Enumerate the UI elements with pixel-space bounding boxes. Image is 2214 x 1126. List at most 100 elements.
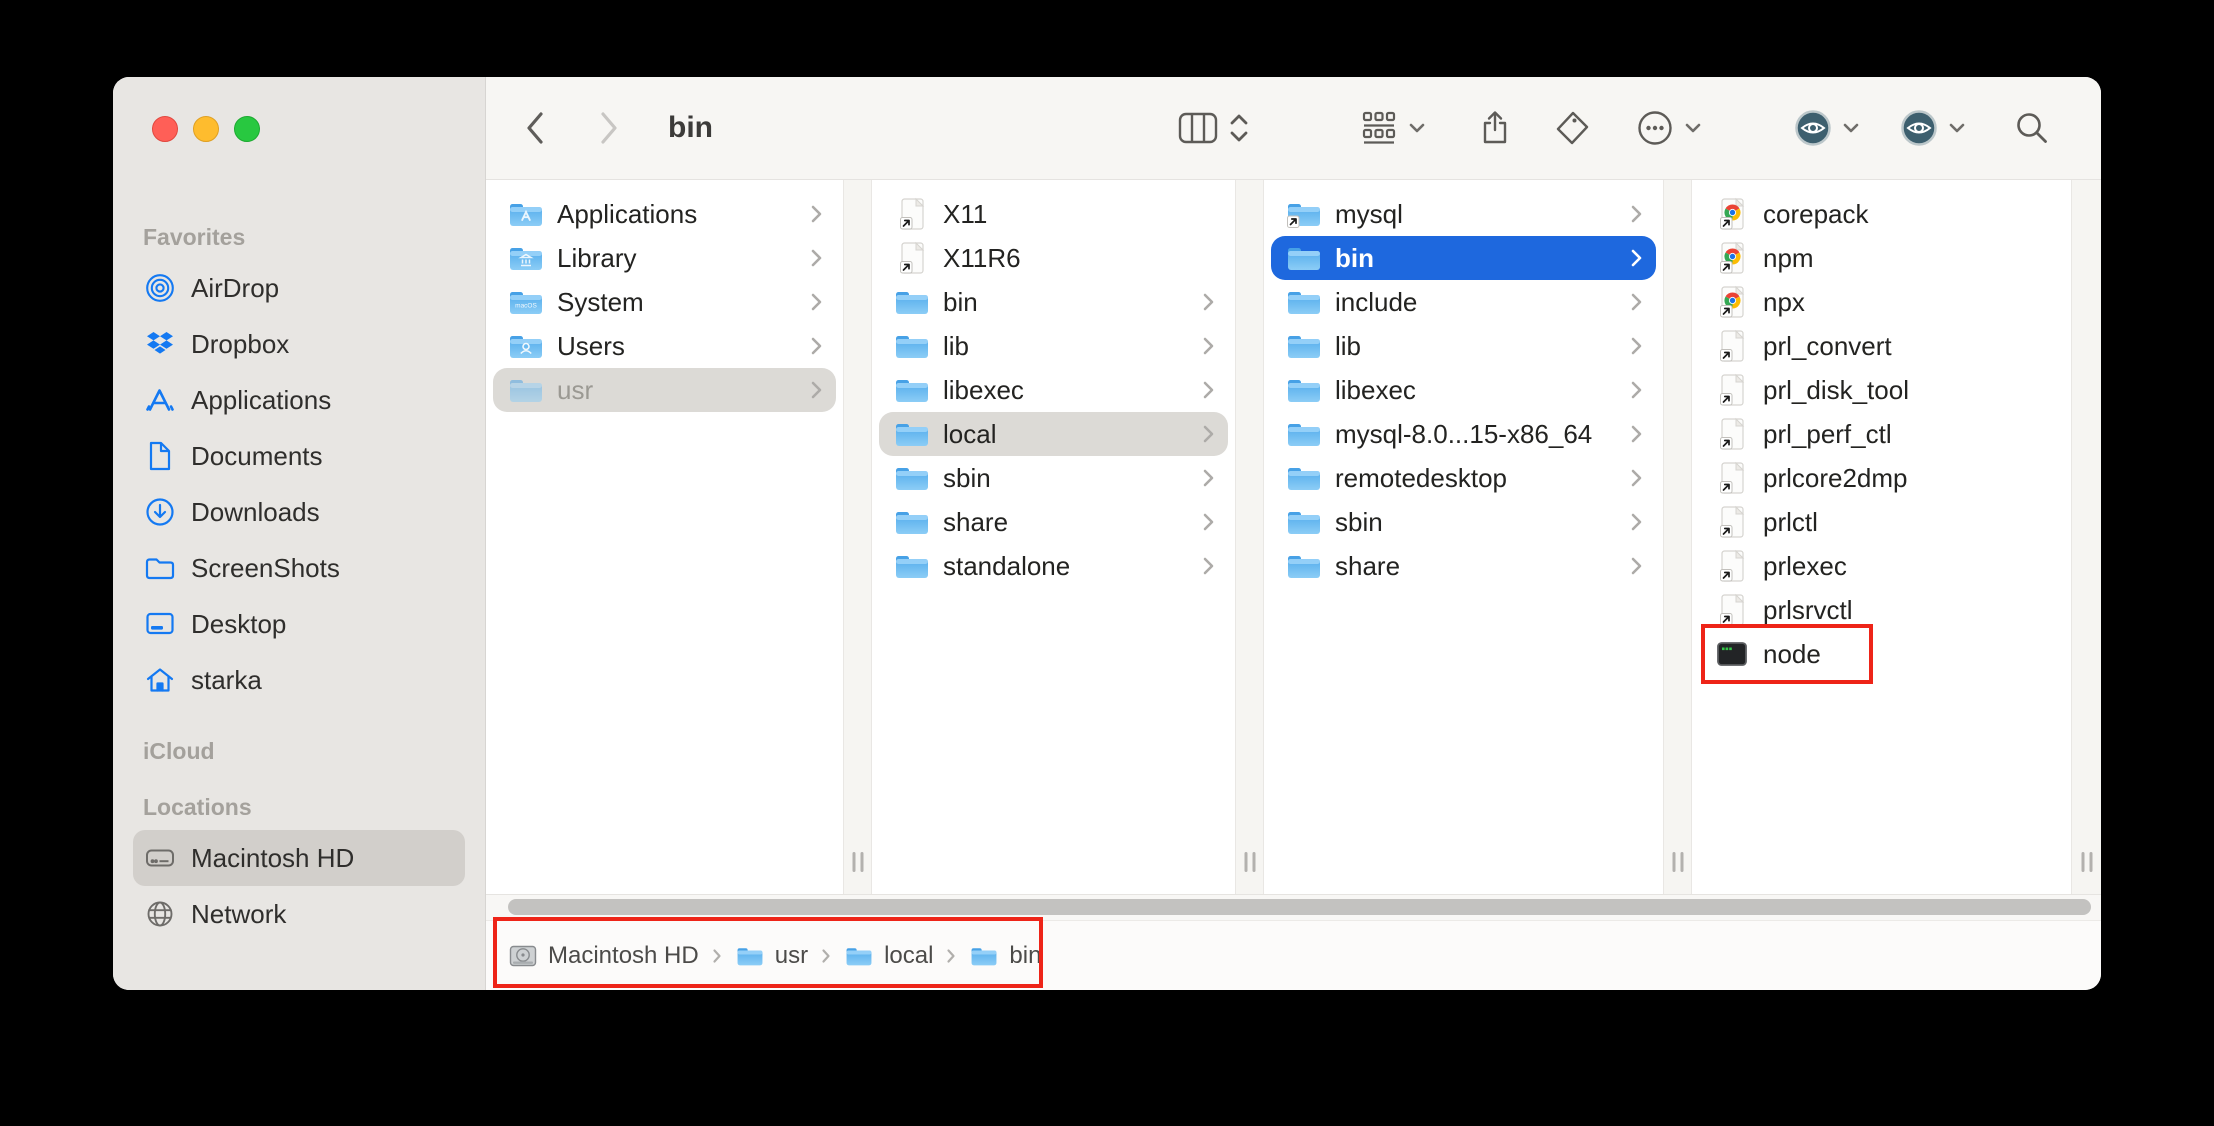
sidebar: Favorites AirDrop Dropbox Applications Docum… — [113, 77, 486, 990]
file-item-label: share — [1335, 550, 1401, 581]
extension-eye-button-1[interactable] — [1792, 107, 1834, 149]
file-item-x11[interactable]: X11 — [879, 192, 1228, 236]
column-resize-handle[interactable] — [1244, 852, 1255, 872]
extension-eye-chevron-1[interactable] — [1842, 122, 1860, 134]
file-item-bin[interactable]: bin — [1271, 236, 1656, 280]
file-item-users[interactable]: Users — [493, 324, 836, 368]
sidebar-item-airdrop[interactable]: AirDrop — [133, 260, 465, 316]
file-item-remotedesktop[interactable]: remotedesktop — [1271, 456, 1656, 500]
file-item-local[interactable]: local — [879, 412, 1228, 456]
chevron-right-icon — [1202, 379, 1215, 401]
chrome-doc-icon — [1713, 284, 1751, 320]
tag-button[interactable] — [1554, 110, 1590, 146]
file-item-npx[interactable]: npx — [1699, 280, 2064, 324]
path-item-macintosh-hd[interactable]: Macintosh HD — [508, 942, 699, 970]
folder-apps-icon — [507, 196, 545, 232]
file-item-applications[interactable]: Applications — [493, 192, 836, 236]
alias-doc-icon — [893, 196, 931, 232]
file-item-corepack[interactable]: corepack — [1699, 192, 2064, 236]
path-item-label: Macintosh HD — [548, 941, 699, 969]
sidebar-item-starka[interactable]: starka — [133, 652, 465, 708]
drive-icon — [143, 841, 177, 875]
file-item-mysql[interactable]: mysql — [1271, 192, 1656, 236]
group-button[interactable] — [1362, 111, 1396, 145]
file-item-label: npx — [1763, 286, 1805, 317]
file-item-share[interactable]: share — [879, 500, 1228, 544]
back-icon — [527, 112, 543, 144]
horizontal-scrollbar[interactable] — [486, 894, 2101, 920]
folder-icon — [1285, 240, 1323, 276]
path-item-usr[interactable]: usr — [735, 942, 808, 970]
file-item-usr[interactable]: usr — [493, 368, 836, 412]
extension-eye-button-2[interactable] — [1898, 107, 1940, 149]
sidebar-item-applications[interactable]: Applications — [133, 372, 465, 428]
file-item-node[interactable]: node — [1699, 632, 2064, 676]
column-resize-handle[interactable] — [2081, 852, 2092, 872]
search-icon — [2017, 113, 2047, 143]
file-item-prlctl[interactable]: prlctl — [1699, 500, 2064, 544]
file-item-label: include — [1335, 286, 1418, 317]
file-item-label: prlexec — [1763, 550, 1847, 581]
column-resize-gutter[interactable] — [2071, 180, 2101, 894]
path-item-local[interactable]: local — [844, 942, 933, 970]
file-item-lib[interactable]: lib — [1271, 324, 1656, 368]
view-stepper[interactable] — [1228, 110, 1250, 146]
sidebar-item-screenshots[interactable]: ScreenShots — [133, 540, 465, 596]
more-button[interactable] — [1636, 109, 1674, 147]
column-resize-gutter[interactable] — [1663, 180, 1692, 894]
file-item-libexec[interactable]: libexec — [879, 368, 1228, 412]
back-button[interactable] — [524, 110, 546, 146]
group-chevron[interactable] — [1408, 122, 1426, 134]
column-resize-handle[interactable] — [1672, 852, 1683, 872]
file-item-sbin[interactable]: sbin — [1271, 500, 1656, 544]
column-resize-gutter[interactable] — [1235, 180, 1264, 894]
sidebar-item-network[interactable]: Network — [133, 886, 465, 942]
file-item-standalone[interactable]: standalone — [879, 544, 1228, 588]
minimize-button[interactable] — [193, 116, 219, 142]
file-item-label: share — [943, 506, 1009, 537]
sidebar-item-downloads[interactable]: Downloads — [133, 484, 465, 540]
share-button[interactable] — [1480, 110, 1510, 146]
path-item-bin[interactable]: bin — [969, 942, 1041, 970]
file-item-include[interactable]: include — [1271, 280, 1656, 324]
chevron-right-icon — [1630, 335, 1643, 357]
extension-eye-chevron-2[interactable] — [1948, 122, 1966, 134]
folder-outline-icon — [143, 551, 177, 585]
file-item-system[interactable]: macOS System — [493, 280, 836, 324]
search-button[interactable] — [2014, 110, 2050, 146]
alias-doc-icon — [1713, 592, 1751, 628]
file-item-sbin[interactable]: sbin — [879, 456, 1228, 500]
file-item-label: prlcore2dmp — [1763, 462, 1908, 493]
file-item-library[interactable]: Library — [493, 236, 836, 280]
file-item-prl-perf-ctl[interactable]: prl_perf_ctl — [1699, 412, 2064, 456]
scrollbar-thumb[interactable] — [508, 899, 2091, 915]
file-item-prlcore2dmp[interactable]: prlcore2dmp — [1699, 456, 2064, 500]
sidebar-item-desktop[interactable]: Desktop — [133, 596, 465, 652]
zoom-button[interactable] — [234, 116, 260, 142]
file-item-bin[interactable]: bin — [879, 280, 1228, 324]
screen: Favorites AirDrop Dropbox Applications Docum… — [0, 0, 2214, 1126]
close-button[interactable] — [152, 116, 178, 142]
sidebar-item-macintosh-hd[interactable]: Macintosh HD — [133, 830, 465, 886]
file-item-prl-convert[interactable]: prl_convert — [1699, 324, 2064, 368]
file-item-prlsrvctl[interactable]: prlsrvctl — [1699, 588, 2064, 632]
file-item-x11r6[interactable]: X11R6 — [879, 236, 1228, 280]
chevron-right-icon — [1202, 423, 1215, 445]
sidebar-item-dropbox[interactable]: Dropbox — [133, 316, 465, 372]
finder-column-2: X11 X11R6 bin lib libexec local sbin share stand… — [872, 180, 1235, 894]
file-item-label: local — [943, 418, 997, 449]
view-mode-button[interactable] — [1178, 112, 1218, 144]
file-item-share[interactable]: share — [1271, 544, 1656, 588]
file-item-prl-disk-tool[interactable]: prl_disk_tool — [1699, 368, 2064, 412]
column-resize-gutter[interactable] — [843, 180, 872, 894]
file-item-prlexec[interactable]: prlexec — [1699, 544, 2064, 588]
forward-button[interactable] — [598, 110, 620, 146]
sidebar-item-documents[interactable]: Documents — [133, 428, 465, 484]
chevron-right-icon — [810, 247, 823, 269]
file-item-mysql-8-0-15-x86-64[interactable]: mysql-8.0...15-x86_64 — [1271, 412, 1656, 456]
more-chevron[interactable] — [1684, 122, 1702, 134]
column-resize-handle[interactable] — [852, 852, 863, 872]
file-item-lib[interactable]: lib — [879, 324, 1228, 368]
file-item-npm[interactable]: npm — [1699, 236, 2064, 280]
file-item-libexec[interactable]: libexec — [1271, 368, 1656, 412]
